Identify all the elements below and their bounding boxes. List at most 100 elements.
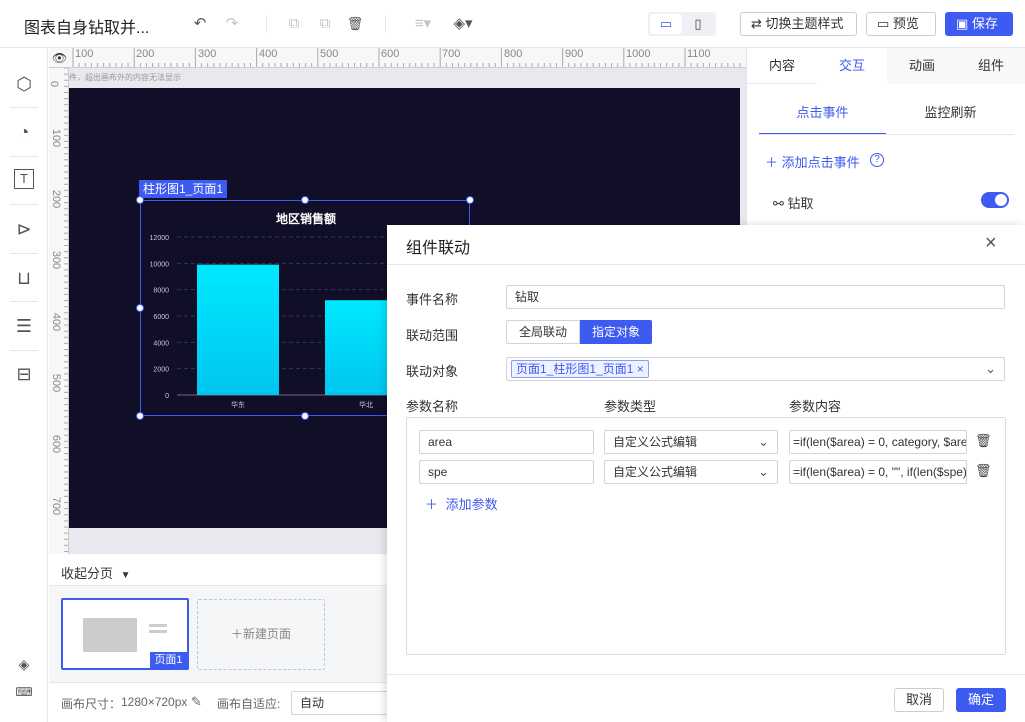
trash-icon[interactable]: 🗑 [975, 463, 992, 479]
trash-icon[interactable]: 🗑 [975, 433, 992, 449]
y-tick-label: 6000 [153, 314, 169, 321]
align-icon[interactable]: ≡▾ [410, 14, 436, 34]
device-switch: ▭ ▯ [648, 12, 716, 36]
drill-toggle[interactable] [981, 192, 1009, 208]
swap-icon: ⇄ [751, 16, 762, 31]
close-icon[interactable]: × [985, 232, 997, 255]
param-name-input[interactable]: spe [419, 460, 594, 484]
param-content-input[interactable]: =if(len($area) = 0, "", if(len($spe) [789, 460, 967, 484]
divider [387, 674, 1025, 675]
target-tag-label: 页面1_柱形图1_页面1 [516, 362, 634, 376]
delete-icon[interactable]: 🗑 [345, 14, 365, 34]
theme-switch-button[interactable]: ⇄ 切换主题样式 [740, 12, 857, 36]
theme-switch-label: 切换主题样式 [765, 16, 844, 31]
toggle-knob [995, 194, 1007, 206]
edit-icon[interactable]: ✎ [191, 694, 202, 710]
eye-icon[interactable]: 👁 [52, 51, 67, 65]
drill-label: 钻取 [787, 196, 814, 211]
param-type-select[interactable]: 自定义公式编辑 ⌄ [604, 460, 778, 484]
page-thumbnail[interactable]: 页面1 [61, 598, 189, 670]
subtab-click-event[interactable]: 点击事件 [759, 102, 886, 121]
plus-icon: ＋ [765, 155, 779, 170]
layers-icon[interactable]: ◈ [12, 652, 36, 676]
archive-icon[interactable]: ⊟ [12, 362, 36, 386]
ok-button[interactable]: 确定 [956, 688, 1006, 712]
preview-button[interactable]: ▭ 预览 [866, 12, 936, 36]
cancel-button[interactable]: 取消 [894, 688, 944, 712]
pie-chart-icon[interactable]: ◔ [12, 120, 36, 144]
ruler-label: 300 [50, 250, 63, 270]
copy-icon[interactable]: ⧉ [284, 14, 304, 34]
event-name-label: 事件名称 [406, 292, 459, 307]
y-tick-label: 0 [165, 393, 169, 400]
monitor-icon: ▭ [877, 16, 890, 31]
chevron-down-icon: ⌄ [758, 464, 769, 479]
preview-label: 预览 [892, 16, 919, 31]
dialog-title: 组件联动 [406, 240, 471, 257]
desktop-icon[interactable]: ▭ [650, 14, 682, 34]
canvas-fit-select[interactable]: 自动 [291, 691, 391, 715]
tab-animation[interactable]: 动画 [887, 48, 957, 84]
drill-item[interactable]: ⚯ 钻取 [773, 193, 814, 212]
resize-handle[interactable] [466, 196, 474, 204]
ruler-label: 200 [136, 48, 155, 60]
new-page-button[interactable]: ＋新建页面 [197, 599, 325, 670]
collapse-pages-toggle[interactable]: 收起分页 ▼ [61, 563, 131, 582]
server-icon[interactable]: ☰ [12, 314, 36, 338]
paste-icon[interactable]: ⧉ [315, 14, 335, 34]
chevron-down-icon: ⌄ [985, 361, 996, 376]
video-icon[interactable]: ⊳ [12, 217, 36, 241]
component-label[interactable]: 柱形图1_页面1 [139, 180, 228, 198]
keyboard-icon[interactable]: ⌨ [12, 680, 36, 704]
chart-title: 地区销售额 [276, 211, 336, 226]
tag-close-icon[interactable]: × [637, 362, 644, 376]
undo-icon[interactable]: ↶ [190, 14, 210, 34]
resize-handle[interactable] [301, 196, 309, 204]
inbox-icon[interactable]: ⊔ [12, 266, 36, 290]
tab-interaction[interactable]: 交互 [817, 48, 887, 84]
param-name-input[interactable]: area [419, 430, 594, 454]
scope-specific-option[interactable]: 指定对象 [580, 320, 652, 344]
ruler-label: 600 [50, 434, 63, 454]
help-icon[interactable]: ? [870, 153, 884, 167]
resize-handle[interactable] [136, 412, 144, 420]
resize-handle[interactable] [136, 196, 144, 204]
save-button[interactable]: ▣ 保存 [945, 12, 1013, 36]
thumbnail-preview [83, 618, 137, 652]
chevron-down-icon: ⌄ [758, 434, 769, 449]
param-type-select[interactable]: 自定义公式编辑 ⌄ [604, 430, 778, 454]
canvas-hint: 件，超出画布外的内容无法显示 [69, 73, 181, 82]
thumbnail-line [149, 630, 167, 633]
subtab-monitor-refresh[interactable]: 监控刷新 [887, 102, 1014, 121]
canvas-size-value: 1280×720px [121, 695, 188, 709]
cube-icon[interactable]: ⬡ [12, 72, 36, 96]
ruler-label: 300 [198, 48, 217, 60]
target-tag: 页面1_柱形图1_页面1 × [511, 360, 649, 378]
layer-order-icon[interactable]: ◈▾ [450, 14, 476, 34]
param-content-input[interactable]: =if(len($area) = 0, category, $are [789, 430, 967, 454]
col-param-name: 参数名称 [406, 399, 459, 414]
add-click-event-button[interactable]: ＋ 添加点击事件 [765, 152, 860, 171]
event-name-input[interactable]: 钻取 [506, 285, 1005, 309]
ruler-label: 900 [565, 48, 584, 60]
resize-handle[interactable] [136, 304, 144, 312]
app-title[interactable]: 图表自身钻取并... [24, 14, 149, 38]
ruler-label: 400 [259, 48, 278, 60]
text-icon[interactable]: T [14, 169, 34, 189]
divider [10, 107, 38, 108]
redo-icon[interactable]: ↷ [222, 14, 242, 34]
top-toolbar: 图表自身钻取并... ↶ ↷ ⧉ ⧉ 🗑 ≡▾ ◈▾ ▭ ▯ ⇄ 切换主题样式 … [0, 0, 1025, 48]
add-param-button[interactable]: ＋ 添加参数 [425, 494, 498, 513]
col-param-content: 参数内容 [789, 399, 842, 414]
tab-content[interactable]: 内容 [747, 48, 817, 84]
mobile-icon[interactable]: ▯ [682, 14, 714, 34]
scope-global-option[interactable]: 全局联动 [506, 320, 580, 344]
divider [10, 253, 38, 254]
tab-component[interactable]: 组件 [956, 48, 1025, 84]
target-select[interactable]: 页面1_柱形图1_页面1 × ⌄ [506, 357, 1005, 381]
resize-handle[interactable] [301, 412, 309, 420]
left-rail: ⬡ ◔ T ⊳ ⊔ ☰ ⊟ ◈ ⌨ [0, 48, 48, 722]
divider [10, 156, 38, 157]
bar[interactable] [197, 264, 279, 395]
y-tick-label: 4000 [153, 340, 169, 347]
